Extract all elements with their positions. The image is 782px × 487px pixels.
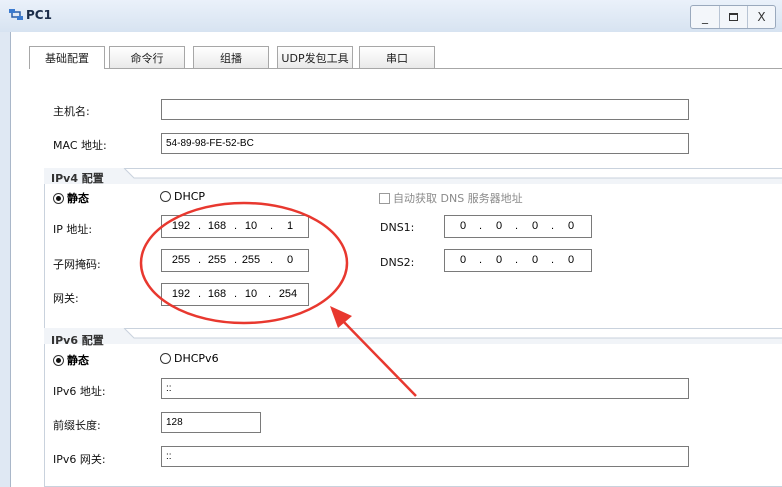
radio-selected-icon [53, 354, 64, 366]
ipv6-address-label: IPv6 地址: [53, 385, 106, 398]
ip-octet: 0 [531, 220, 539, 232]
dns1-input[interactable]: 0 . 0 . 0 . 0 [444, 215, 592, 238]
pc-network-icon [9, 9, 23, 20]
ip-address-input[interactable]: 192 . 168 . 10 . 1 [161, 215, 309, 238]
mask-label: 子网掩码: [53, 258, 101, 271]
ip-octet: 255 [207, 254, 227, 266]
ip-separator: . [515, 220, 519, 232]
ip-octet: 0 [495, 254, 503, 266]
ip-octet: 0 [495, 220, 503, 232]
ip-octet: 255 [241, 254, 261, 266]
tab-multicast[interactable]: 组播 [193, 46, 269, 68]
gateway-label: 网关: [53, 292, 79, 305]
ip-separator: . [479, 254, 483, 266]
auto-dns-checkbox[interactable]: 自动获取 DNS 服务器地址 [379, 190, 523, 206]
mac-input[interactable]: 54-89-98-FE-52-BC [161, 133, 689, 154]
ip-octet: 254 [278, 288, 298, 300]
radio-unselected-icon [160, 191, 171, 202]
mac-label: MAC 地址: [53, 139, 107, 152]
ip-separator: . [551, 220, 555, 232]
ip-separator: . [234, 254, 238, 266]
ipv6-static-radio[interactable]: 静态 [53, 352, 89, 368]
gateway-input[interactable]: 192 . 168 . 10 . 254 [161, 283, 309, 306]
ip-separator: . [234, 220, 238, 232]
minimize-button[interactable]: _ [691, 6, 719, 28]
ip-octet: 0 [567, 254, 575, 266]
ipv6-gateway-label: IPv6 网关: [53, 453, 106, 466]
window-title: PC1 [26, 8, 52, 22]
auto-dns-label: 自动获取 DNS 服务器地址 [393, 192, 523, 205]
ip-octet: 192 [171, 288, 191, 300]
ip-separator: . [198, 254, 202, 266]
client-area: 基础配置 命令行 组播 UDP发包工具 串口 主机名: MAC 地址: 54-8… [10, 32, 782, 487]
ip-separator: . [551, 254, 555, 266]
title-bar: PC1 _ X [0, 0, 782, 32]
ip-octet: 0 [531, 254, 539, 266]
dns2-label: DNS2: [380, 256, 415, 269]
ip-octet: 168 [207, 220, 227, 232]
prefix-length-input[interactable]: 128 [161, 412, 261, 433]
ipv6-gateway-input[interactable]: :: [161, 446, 689, 467]
checkbox-icon [379, 192, 390, 204]
ipv6-group-header [44, 328, 782, 344]
ip-separator: . [234, 288, 238, 300]
ipv4-dhcp-label: DHCP [174, 190, 206, 203]
maximize-icon [729, 13, 738, 21]
hostname-input[interactable] [161, 99, 689, 120]
ipv4-static-radio[interactable]: 静态 [53, 190, 89, 206]
ip-octet: 192 [171, 220, 191, 232]
ip-separator: . [270, 220, 274, 232]
ipv6-static-label: 静态 [67, 354, 89, 367]
ipv4-group-title: IPv4 配置 [51, 172, 104, 185]
dns2-input[interactable]: 0 . 0 . 0 . 0 [444, 249, 592, 272]
ip-octet: 0 [567, 220, 575, 232]
ip-octet: 1 [286, 220, 294, 232]
ip-label: IP 地址: [53, 223, 93, 236]
prefix-length-label: 前缀长度: [53, 419, 101, 432]
subnet-mask-input[interactable]: 255 . 255 . 255 . 0 [161, 249, 309, 272]
ipv6-group-title: IPv6 配置 [51, 334, 104, 347]
ipv6-address-input[interactable]: :: [161, 378, 689, 399]
ip-separator: . [270, 254, 274, 266]
radio-unselected-icon [160, 353, 171, 364]
ip-separator: . [515, 254, 519, 266]
tab-command-line[interactable]: 命令行 [109, 46, 185, 68]
ip-octet: 0 [286, 254, 294, 266]
ip-octet: 0 [459, 254, 467, 266]
ip-octet: 10 [244, 220, 258, 232]
tab-divider [29, 68, 782, 69]
ipv4-group-header [44, 168, 782, 184]
dns1-label: DNS1: [380, 221, 415, 234]
maximize-button[interactable] [719, 6, 747, 28]
close-button[interactable]: X [747, 6, 775, 28]
ip-separator: . [268, 288, 272, 300]
tab-serial[interactable]: 串口 [359, 46, 435, 68]
ipv4-dhcp-radio[interactable]: DHCP [160, 190, 205, 203]
ip-separator: . [479, 220, 483, 232]
tab-basic-config[interactable]: 基础配置 [29, 46, 105, 69]
tab-udp-tool[interactable]: UDP发包工具 [277, 46, 353, 68]
window-controls: _ X [690, 5, 776, 29]
ip-octet: 0 [459, 220, 467, 232]
hostname-label: 主机名: [53, 105, 90, 118]
ip-octet: 10 [244, 288, 258, 300]
ip-separator: . [198, 288, 202, 300]
ipv4-static-label: 静态 [67, 192, 89, 205]
ip-octet: 168 [207, 288, 227, 300]
radio-selected-icon [53, 192, 64, 204]
ipv6-dhcp-radio[interactable]: DHCPv6 [160, 352, 219, 365]
ip-octet: 255 [171, 254, 191, 266]
ipv6-dhcp-label: DHCPv6 [174, 352, 219, 365]
ip-separator: . [198, 220, 202, 232]
